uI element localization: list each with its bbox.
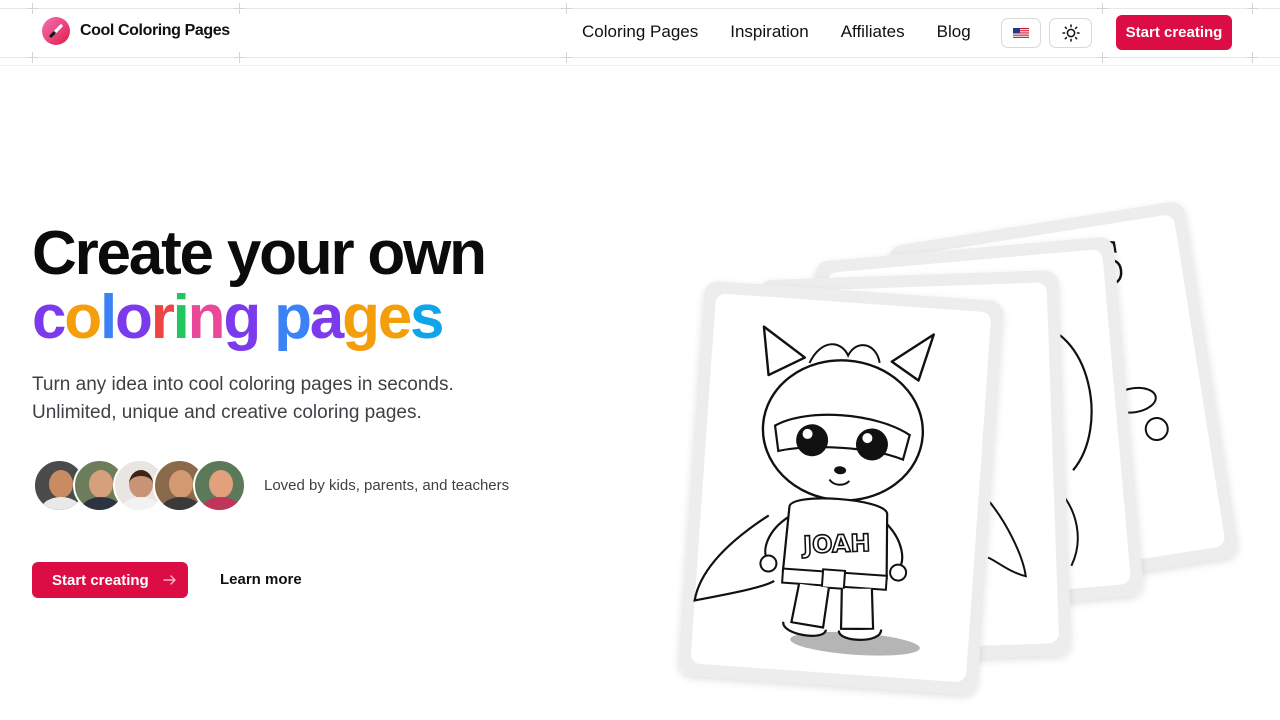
us-flag-icon [1013,27,1029,39]
start-creating-button[interactable]: Start creating [32,562,188,598]
grid-cross [1247,3,1258,14]
hero-subtitle-line2: Unlimited, unique and creative coloring … [32,402,422,423]
grid-cross [1097,52,1108,63]
hero-title-colored-word: pages [274,283,444,352]
grid-cross [1097,3,1108,14]
arrow-right-icon [163,575,176,585]
nav-blog[interactable]: Blog [937,22,971,42]
coloring-pages-illustration: S [678,202,1238,695]
hero-subtitle: Turn any idea into cool coloring pages i… [32,371,552,427]
grid-cross [27,3,38,14]
main-nav: Coloring Pages Inspiration Affiliates Bl… [582,22,971,42]
nav-inspiration[interactable]: Inspiration [730,22,808,42]
nav-affiliates[interactable]: Affiliates [841,22,905,42]
grid-cross [561,52,572,63]
avatar [193,459,246,512]
nav-coloring-pages[interactable]: Coloring Pages [582,22,698,42]
learn-more-link[interactable]: Learn more [220,571,302,588]
theme-toggle-button[interactable] [1049,18,1092,48]
hero-subtitle-line1: Turn any idea into cool coloring pages i… [32,374,454,395]
user-avatars [33,459,246,512]
hero-title: Create your own coloring pages [32,219,487,350]
grid-line [0,65,1280,66]
brand-logo-link[interactable]: Cool Coloring Pages [42,17,230,45]
hero-title-line1: Create your own [32,219,487,288]
paintbrush-icon [42,17,70,45]
language-button[interactable] [1001,18,1041,48]
grid-line [0,8,1280,9]
start-creating-header-button[interactable]: Start creating [1116,15,1232,50]
grid-cross [234,3,245,14]
grid-cross [1247,52,1258,63]
start-creating-label: Start creating [52,571,149,589]
hero-title-line2: coloring pages [32,286,485,350]
grid-line [0,57,1280,58]
site-header: Cool Coloring Pages Coloring Pages Inspi… [0,0,1280,66]
grid-cross [27,52,38,63]
suit-badge-text: JOAH [801,529,871,559]
coloring-card-front: JOAH [678,281,1004,695]
brand-name: Cool Coloring Pages [80,22,230,39]
social-proof-text: Loved by kids, parents, and teachers [264,477,510,494]
hero-title-colored-word: coloring [32,283,261,352]
sun-icon [1061,24,1080,42]
grid-cross [561,3,572,14]
grid-cross [234,52,245,63]
